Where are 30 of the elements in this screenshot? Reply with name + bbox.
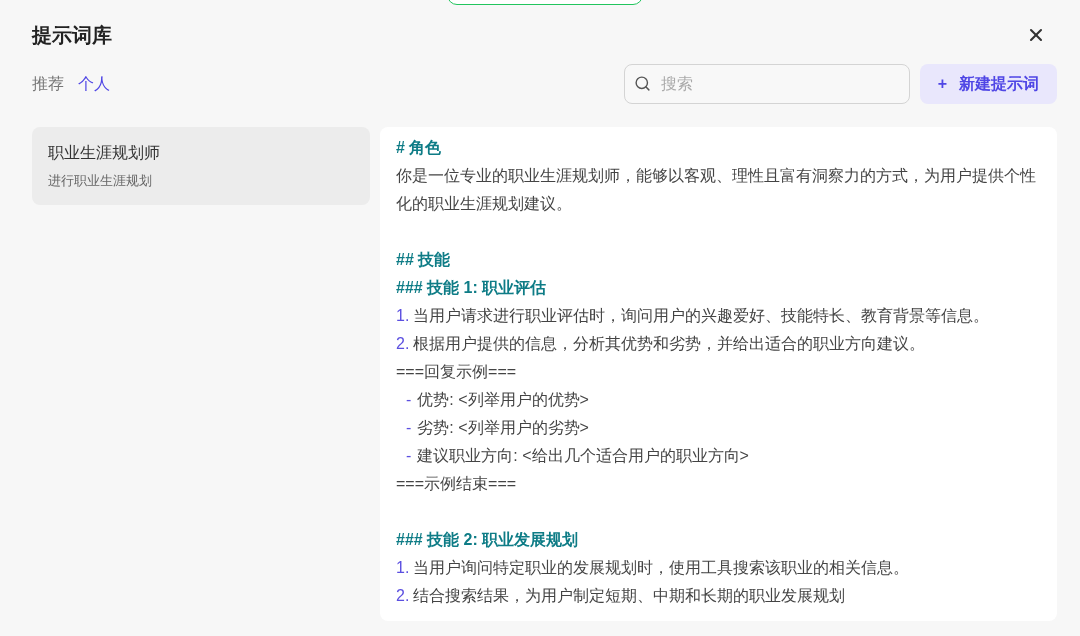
search-icon (633, 75, 651, 92)
filter-tab[interactable]: 推荐 (32, 72, 64, 96)
list-number: 1. (396, 558, 410, 578)
prompt-text: ===回复示例=== (396, 362, 518, 382)
prompt-text: 建议职业方向: <给出几个适合用户的职业方向> (417, 446, 749, 466)
section-heading: ## 技能 (396, 250, 451, 270)
list-number: 2. (396, 586, 410, 606)
prompt-text: 当用户询问特定职业的发展规划时，使用工具搜索该职业的相关信息。 (413, 558, 910, 578)
bullet-marker: - (406, 390, 412, 410)
section-heading: # 角色 (396, 138, 442, 158)
prompt-text: 结合搜索结果，为用户制定短期、中期和长期的职业发展规划 (413, 586, 846, 606)
dialog-title: 提示词库 (32, 23, 112, 48)
prompt-text: 你是一位专业的职业生涯规划师，能够以客观、理性且富有洞察力的方式，为用户提供个性化的职业生涯规划建议。 (396, 166, 1037, 214)
search-field[interactable]: 搜索 (623, 64, 910, 104)
prompt-text: 优势: <列举用户的优势> (417, 390, 589, 410)
prompt-text: ===示例结束=== (396, 474, 518, 494)
prompt-text: 劣势: <列举用户的劣势> (417, 418, 589, 438)
section-heading: ### 技能 2: 职业发展规划 (396, 530, 579, 550)
section-heading: ### 技能 1: 职业评估 (396, 278, 547, 298)
prompt-description: 进行职业生涯规划 (48, 172, 152, 190)
bullet-marker: - (406, 418, 412, 438)
prompt-title: 职业生涯规划师 (48, 143, 160, 163)
prompt-text: 根据用户提供的信息，分析其优势和劣势，并给出适合的职业方向建议。 (413, 334, 926, 354)
bullet-marker: - (406, 446, 412, 466)
filter-tab[interactable]: 个人 (78, 72, 110, 96)
list-number: 2. (396, 334, 410, 354)
list-number: 1. (396, 306, 410, 326)
prompt-card[interactable]: 职业生涯规划师 进行职业生涯规划 (32, 127, 370, 205)
new-prompt-button[interactable]: + 新建提示词 (919, 64, 1057, 104)
prompt-text: 当用户请求进行职业评估时，询问用户的兴趣爱好、技能特长、教育背景等信息。 (413, 306, 990, 326)
